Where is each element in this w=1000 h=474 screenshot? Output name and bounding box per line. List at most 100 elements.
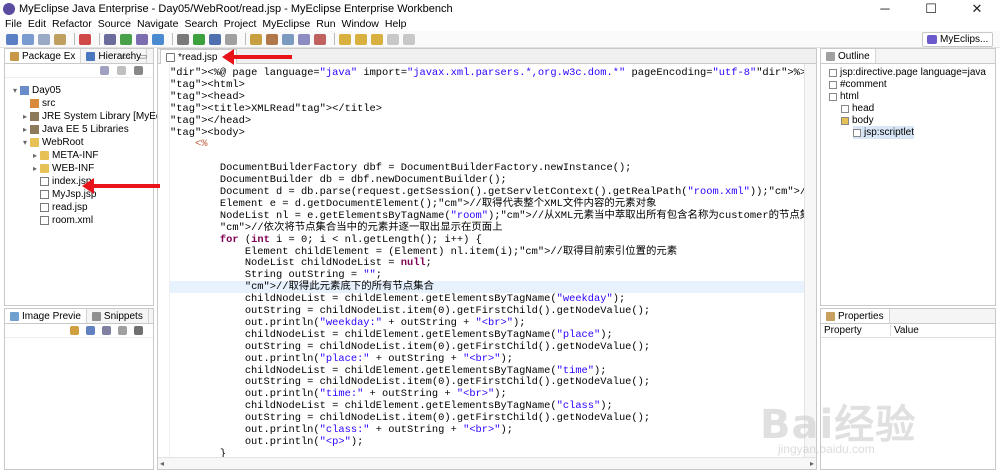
last-edit-icon[interactable]: [371, 33, 383, 45]
node-icon: [841, 104, 849, 113]
horizontal-scrollbar[interactable]: ◂ ▸: [158, 457, 816, 469]
grid-icon[interactable]: [102, 326, 111, 335]
view-menu-icon[interactable]: [134, 66, 143, 75]
tab-image-preview[interactable]: Image Previe: [5, 309, 87, 323]
deploy-icon[interactable]: [120, 33, 132, 45]
xml-file-icon: [40, 216, 49, 225]
print-icon[interactable]: [54, 33, 66, 45]
code-line: Element e = d.getDocumentElement();"cm">…: [170, 197, 657, 210]
server-icon[interactable]: [104, 33, 116, 45]
properties-header: Property Value: [821, 324, 995, 338]
annotation-icon[interactable]: [314, 33, 326, 45]
save-icon[interactable]: [86, 326, 95, 335]
menu-search[interactable]: Search: [181, 18, 220, 30]
tree-item[interactable]: room.xml: [31, 214, 93, 227]
zoom-icon[interactable]: [118, 326, 127, 335]
open-resource-icon[interactable]: [266, 33, 278, 45]
myeclipse-logo-icon: [3, 2, 15, 15]
code-line: out.println("place:" + outString + "<br>…: [170, 352, 513, 365]
code-line: DocumentBuilderFactory dbf = DocumentBui…: [170, 162, 632, 175]
tab-outline[interactable]: Outline: [821, 49, 876, 63]
settings-icon[interactable]: [177, 33, 189, 45]
expand-toggle-icon[interactable]: ▾: [21, 138, 29, 147]
project-icon: [20, 86, 29, 95]
menu-refactor[interactable]: Refactor: [49, 18, 95, 30]
forward-icon[interactable]: [403, 33, 415, 45]
library-icon: [30, 125, 39, 134]
node-icon: [829, 68, 837, 77]
tree-item[interactable]: ▸ META-INF: [31, 149, 99, 162]
menu-source[interactable]: Source: [95, 18, 134, 30]
menu-window[interactable]: Window: [339, 18, 382, 30]
back-icon[interactable]: [387, 33, 399, 45]
code-text-area[interactable]: "dir"><%@ page language="java" import="j…: [170, 64, 804, 457]
package-root-icon: [30, 99, 39, 108]
external-tools-icon[interactable]: [225, 33, 237, 45]
perspective-button[interactable]: MyEclips...: [922, 32, 994, 47]
code-line: out.println("class:" + outString + "<br>…: [170, 424, 513, 436]
folder-icon: [30, 138, 39, 147]
menu-run[interactable]: Run: [313, 18, 338, 30]
collapse-all-icon[interactable]: [100, 66, 109, 75]
save-all-icon[interactable]: [38, 33, 50, 45]
search-icon[interactable]: [282, 33, 294, 45]
view-menu-icon[interactable]: [134, 326, 143, 335]
vertical-ruler: [158, 64, 170, 457]
package-explorer-toolbar: [5, 64, 153, 78]
outline-item[interactable]: jsp:scriptlet: [853, 126, 915, 139]
open-type-icon[interactable]: [250, 33, 262, 45]
code-line: "tag"><body>: [170, 126, 245, 139]
tab-package-explorer[interactable]: Package Ex: [5, 49, 82, 63]
prev-annotation-icon[interactable]: [355, 33, 367, 45]
expand-toggle-icon[interactable]: ▸: [31, 151, 39, 160]
mark-occurrences-icon[interactable]: [298, 33, 310, 45]
expand-toggle-icon[interactable]: ▾: [11, 86, 19, 95]
column-property[interactable]: Property: [821, 325, 891, 336]
link-with-editor-icon[interactable]: [117, 66, 126, 75]
column-value[interactable]: Value: [891, 325, 919, 336]
tab-snippets[interactable]: Snippets: [87, 309, 149, 323]
outline-item-label: head: [852, 103, 875, 114]
menu-myeclipse[interactable]: MyEclipse: [259, 18, 313, 30]
editor-tab-label: *read.jsp: [178, 51, 218, 63]
tree-item[interactable]: src: [21, 97, 55, 110]
code-line: "dir"><%@ page language="java" import="j…: [170, 67, 804, 79]
minimize-button[interactable]: ─: [862, 0, 908, 17]
tree-item[interactable]: read.jsp: [31, 201, 88, 214]
close-button[interactable]: ✕: [954, 0, 1000, 17]
menu-file[interactable]: File: [2, 18, 25, 30]
expand-toggle-icon[interactable]: ▸: [21, 125, 29, 134]
maximize-button[interactable]: ☐: [908, 0, 954, 17]
save-icon[interactable]: [22, 33, 34, 45]
next-annotation-icon[interactable]: [339, 33, 351, 45]
tab-properties[interactable]: Properties: [821, 309, 890, 323]
expand-toggle-icon[interactable]: ▸: [21, 112, 29, 121]
debug-icon[interactable]: [209, 33, 221, 45]
menu-project[interactable]: Project: [221, 18, 260, 30]
tree-item[interactable]: ▾ Day05: [11, 84, 61, 97]
outline-item-label: body: [852, 115, 874, 126]
tree-item-label: META-INF: [52, 150, 99, 161]
code-line: "tag"><title>XMLRead"tag"></title>: [170, 102, 383, 115]
stop-icon[interactable]: [79, 33, 91, 45]
menu-help[interactable]: Help: [382, 18, 410, 30]
insert-icon[interactable]: [70, 326, 79, 335]
new-icon[interactable]: [6, 33, 18, 45]
toolbar-separator: [245, 33, 246, 45]
expand-toggle-icon[interactable]: ▸: [31, 164, 39, 173]
web-icon[interactable]: [152, 33, 164, 45]
menu-edit[interactable]: Edit: [25, 18, 49, 30]
tree-item-label: read.jsp: [52, 202, 88, 213]
tree-item[interactable]: ▾ WebRoot: [21, 136, 84, 149]
browser-icon[interactable]: [136, 33, 148, 45]
scroll-left-icon[interactable]: ◂: [160, 459, 164, 468]
package-icon: [10, 51, 19, 61]
tree-item[interactable]: ▸ Java EE 5 Libraries: [21, 123, 129, 136]
tree-item[interactable]: ▸ WEB-INF: [31, 162, 94, 175]
snippets-icon: [91, 311, 101, 321]
view-minimize-maximize-icon[interactable]: ▭ ▭: [121, 51, 150, 62]
menu-navigate[interactable]: Navigate: [134, 18, 181, 30]
run-icon[interactable]: [193, 33, 205, 45]
node-icon: [829, 92, 837, 101]
menu-bar: File Edit Refactor Source Navigate Searc…: [0, 17, 1000, 31]
